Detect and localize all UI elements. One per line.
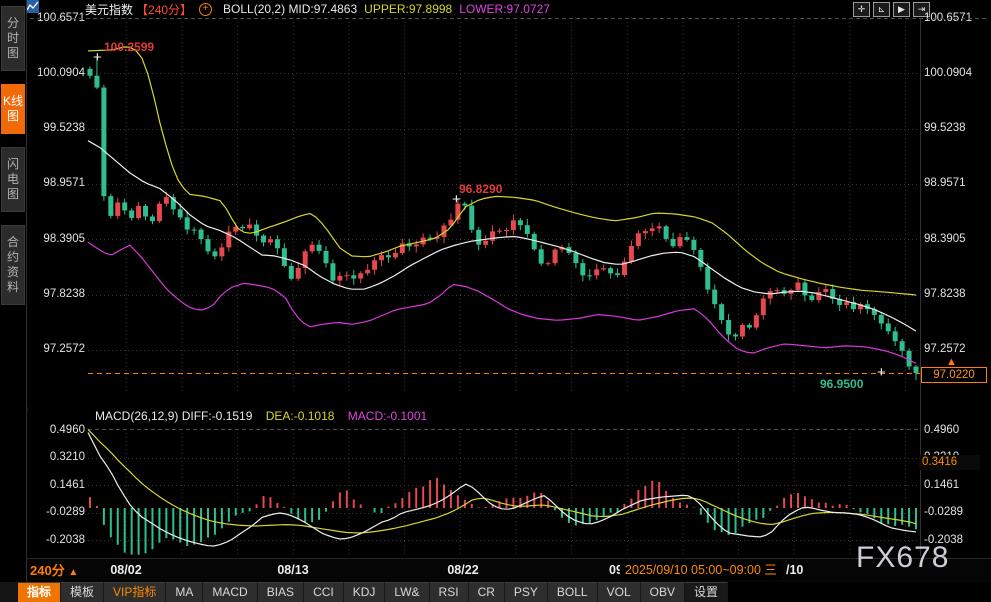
menu-item-CCI[interactable]: CCI bbox=[304, 582, 344, 602]
marker-cross-icon: + bbox=[877, 364, 886, 381]
marker-cross-icon: + bbox=[452, 191, 461, 208]
add-indicator-icon[interactable]: + bbox=[199, 3, 212, 16]
menu-item-OBV[interactable]: OBV bbox=[641, 582, 685, 602]
menu-item-BOLL[interactable]: BOLL bbox=[548, 582, 598, 602]
candle-time-tooltip: 2025/09/10 05:00~09:00 三 bbox=[620, 561, 782, 580]
boll-upper-value: UPPER:97.8998 bbox=[364, 2, 452, 16]
time-axis-label: /10 bbox=[786, 559, 803, 582]
sidebar-tab-1[interactable]: 分时图 bbox=[1, 6, 25, 71]
menu-item-VIP指标[interactable]: VIP指标 bbox=[104, 582, 166, 602]
macd-dea-value: DEA:-0.1018 bbox=[266, 409, 335, 423]
watermark: FX678 bbox=[856, 541, 949, 575]
menu-item-MACD[interactable]: MACD bbox=[203, 582, 257, 602]
chart-header: 美元指数 【240分】 + BOLL(20,2) MID:97.4863 UPP… bbox=[26, 0, 991, 18]
time-axis-bar: 240分 ▲ 08/0208/1308/2209/10 2025/09/10 0… bbox=[0, 558, 991, 583]
time-axis-label: 08/22 bbox=[433, 559, 493, 582]
macd-current-badge: 0.3416 bbox=[919, 455, 980, 470]
sidebar: 分时图 K线图闪电图合约资料 bbox=[0, 0, 27, 602]
high-price-label: 100.2599 bbox=[104, 40, 154, 54]
menu-item-CR[interactable]: CR bbox=[469, 582, 505, 602]
sidebar-tab-4[interactable]: 合约资料 bbox=[1, 225, 25, 305]
boll-lower-value: LOWER:97.0727 bbox=[459, 2, 550, 16]
chart-canvas[interactable] bbox=[0, 0, 991, 602]
macd-macd-value: MACD:-0.1001 bbox=[348, 409, 427, 423]
time-axis-label: 08/13 bbox=[263, 559, 323, 582]
current-price-badge: 97.0220 bbox=[921, 367, 987, 383]
menu-item-MA[interactable]: MA bbox=[166, 582, 203, 602]
sidebar-tab-2[interactable]: K线图 bbox=[1, 84, 25, 134]
swing-high-label: 96.8290 bbox=[459, 182, 502, 196]
menu-item-RSI[interactable]: RSI bbox=[430, 582, 469, 602]
menu-item-VOL[interactable]: VOL bbox=[598, 582, 641, 602]
sidebar-tab-3[interactable]: 闪电图 bbox=[1, 147, 25, 212]
menu-item-KDJ[interactable]: KDJ bbox=[344, 582, 386, 602]
macd-diff-value: MACD(26,12,9) DIFF:-0.1519 bbox=[95, 409, 252, 423]
menu-item-设置[interactable]: 设置 bbox=[685, 582, 728, 602]
menu-spacer bbox=[0, 582, 18, 602]
menu-item-模板[interactable]: 模板 bbox=[61, 582, 104, 602]
menu-item-LW&[interactable]: LW& bbox=[385, 582, 429, 602]
time-axis-label: 08/02 bbox=[96, 559, 156, 582]
low-price-label: 96.9500 bbox=[820, 377, 863, 391]
menu-item-PSY[interactable]: PSY bbox=[505, 582, 548, 602]
macd-header: MACD(26,12,9) DIFF:-0.1519 DEA:-0.1018 M… bbox=[95, 409, 437, 423]
period-selector[interactable]: 240分 ▲ bbox=[30, 559, 78, 584]
symbol-name: 美元指数 bbox=[85, 1, 133, 18]
marker-cross-icon: + bbox=[93, 49, 102, 66]
price-marker-triangle-icon: ▲ bbox=[946, 356, 957, 368]
menu-item-BIAS[interactable]: BIAS bbox=[258, 582, 304, 602]
chevron-up-icon: ▲ bbox=[68, 567, 78, 578]
period-tag: 【240分】 bbox=[136, 1, 192, 18]
menu-item-指标[interactable]: 指标 bbox=[18, 582, 61, 602]
chart-application: 美元指数 【240分】 + BOLL(20,2) MID:97.4863 UPP… bbox=[0, 0, 991, 602]
boll-indicator-label: BOLL(20,2) MID:97.4863 bbox=[223, 2, 357, 16]
indicator-menu-bar: 指标模板VIP指标MAMACDBIASCCIKDJLW&RSICRPSYBOLL… bbox=[0, 582, 991, 602]
